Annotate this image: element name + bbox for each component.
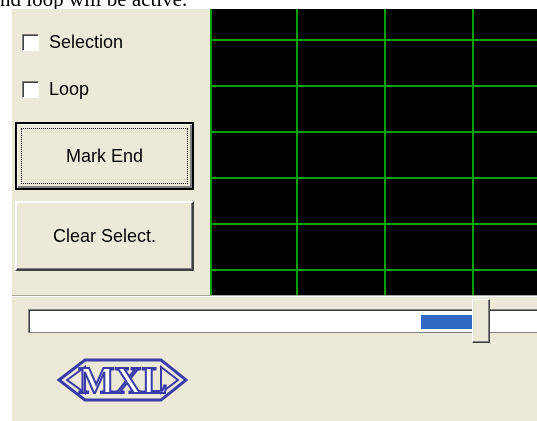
selection-range-fill xyxy=(420,315,472,329)
position-slider-track[interactable] xyxy=(28,309,537,333)
position-slider-thumb[interactable] xyxy=(472,299,490,343)
grid-line-vertical xyxy=(296,9,298,295)
clear-select-button-label: Clear Select. xyxy=(52,225,157,246)
grid-line-horizontal xyxy=(210,85,537,87)
loop-checkbox-box[interactable] xyxy=(22,80,39,98)
mxl-logo-text: MXL xyxy=(79,360,168,402)
mark-end-button-label: Mark End xyxy=(65,145,144,166)
grid-line-horizontal xyxy=(210,223,537,225)
selection-checkbox-box[interactable] xyxy=(22,33,39,51)
mark-end-button[interactable]: Mark End xyxy=(15,122,194,190)
loop-checkbox[interactable]: Loop xyxy=(22,77,89,101)
selection-checkbox[interactable]: Selection xyxy=(22,30,123,54)
caption-text: nd loop will be active. xyxy=(0,0,537,9)
clear-select-button[interactable]: Clear Select. xyxy=(15,201,194,271)
grid-line-vertical xyxy=(210,9,212,295)
grid-line-horizontal xyxy=(210,131,537,133)
loop-checkbox-label: Loop xyxy=(49,78,90,99)
separator-highlight xyxy=(12,296,537,297)
grid-line-vertical xyxy=(384,9,386,295)
grid-line-horizontal xyxy=(210,39,537,41)
grid-line-vertical xyxy=(472,9,474,295)
mxl-logo-icon: MXL xyxy=(56,358,189,403)
selection-checkbox-label: Selection xyxy=(49,31,124,52)
mark-end-focus-rect: Mark End xyxy=(21,128,188,184)
waveform-display[interactable] xyxy=(210,9,537,295)
grid-line-horizontal xyxy=(210,269,537,271)
grid-line-horizontal xyxy=(210,177,537,179)
